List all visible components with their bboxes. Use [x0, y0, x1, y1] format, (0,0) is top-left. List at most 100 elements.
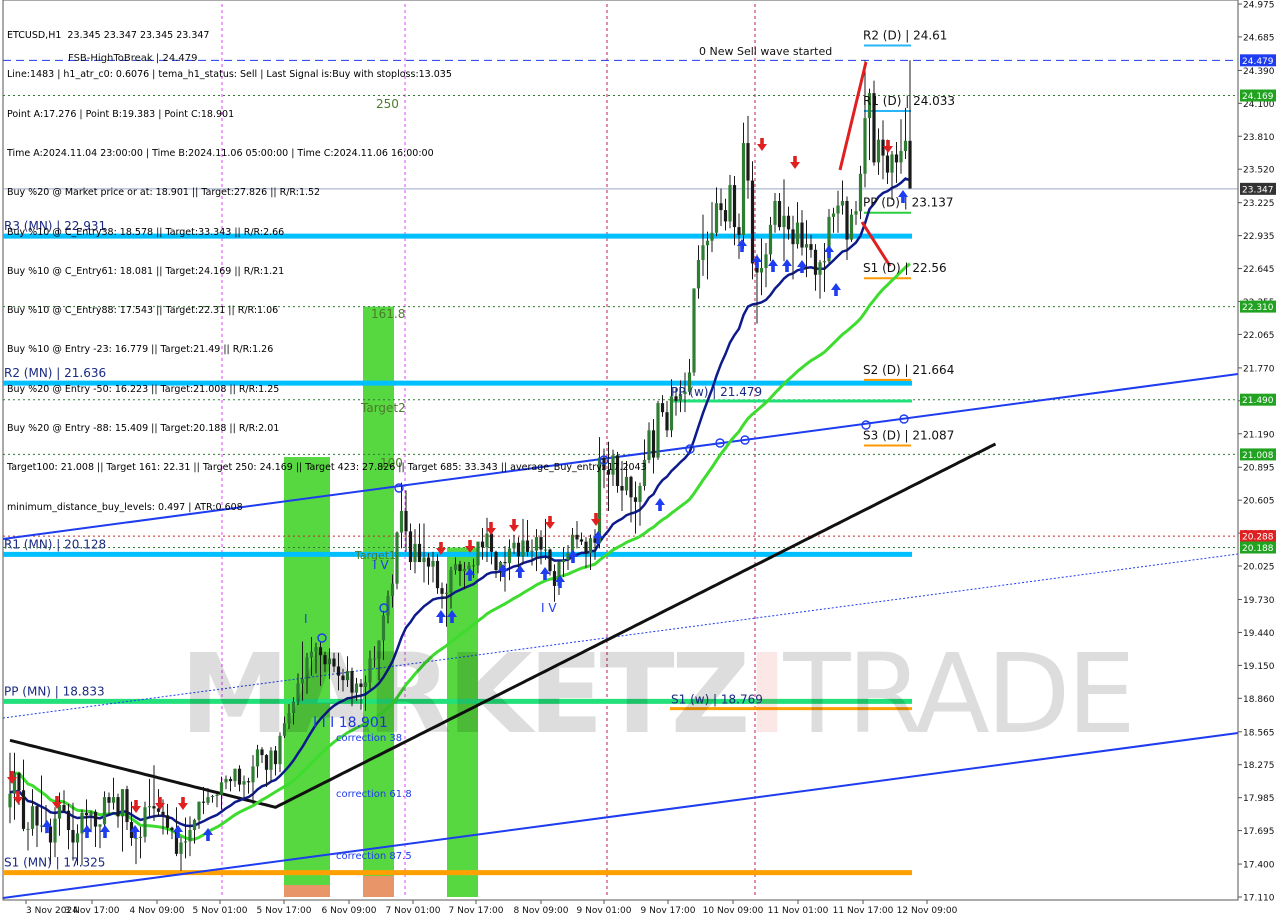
candle-body [813, 249, 818, 275]
candle-body [575, 534, 579, 540]
info-line: Buy %10 @ C_Entry88: 17.543 || Target:22… [7, 305, 279, 317]
x-tick-label: 7 Nov 17:00 [449, 906, 504, 916]
candle-body [62, 805, 66, 811]
candle-body [723, 210, 728, 222]
x-tick-label: 7 Nov 01:00 [386, 906, 441, 916]
candle-body [431, 560, 435, 567]
y-tick-label: 21.190 [1243, 430, 1275, 440]
info-line: Target100: 21.008 || Target 161: 22.31 |… [7, 462, 647, 474]
candle-body [102, 797, 107, 825]
y-tick-label: 23.520 [1243, 166, 1275, 176]
y-tick-label: 22.645 [1243, 265, 1275, 275]
info-line: Line:1483 | h1_atr_c0: 0.6076 | tema_h1_… [7, 69, 452, 81]
candle-body [138, 836, 143, 838]
wave-i-label: I [304, 612, 308, 626]
y-tick-label: 17.110 [1243, 894, 1275, 904]
candle-body [462, 568, 467, 572]
x-tick-label: 5 Nov 17:00 [257, 906, 312, 916]
info-line: Point A:17.276 | Point B:19.383 | Point … [7, 108, 235, 120]
x-axis: 3 Nov 20243 Nov 17:00 4 Nov 09:00 5 Nov 01… [3, 899, 1238, 916]
candle-body [584, 541, 588, 553]
candle-body [777, 200, 782, 228]
info-line: Buy %20 @ Entry -88: 15.409 || Target:20… [7, 423, 280, 434]
candle-body [588, 538, 593, 553]
candle-body [858, 173, 863, 212]
wave-iv-label: I V [373, 558, 389, 572]
candle-body [669, 396, 674, 431]
candle-body [791, 229, 795, 245]
candle-body [485, 533, 489, 548]
candle-body [521, 540, 525, 557]
y-tick-label: 18.275 [1243, 761, 1275, 771]
monthly-pivot-label: S1 (MN) | 17.325 [4, 856, 105, 870]
candle-body [818, 262, 822, 275]
band-base [284, 885, 330, 897]
candle-body [804, 244, 809, 248]
x-tick-label: 11 Nov 17:00 [833, 906, 894, 916]
candle-body [579, 539, 584, 542]
candle-body [111, 797, 116, 803]
price-tag-label: 22.310 [1242, 303, 1274, 313]
candle-body [768, 224, 773, 255]
y-tick-label: 19.440 [1243, 629, 1275, 639]
candle-body [71, 830, 75, 843]
x-tick-label: 6 Nov 09:00 [322, 906, 377, 916]
candle-body [246, 781, 251, 783]
x-tick-label: 9 Nov 01:00 [577, 906, 632, 916]
daily-pivot-label: PP (D) | 23.137 [863, 196, 954, 210]
candle-body [764, 254, 768, 268]
candle-body [908, 140, 912, 189]
x-tick-label: 3 Nov 17:00 [65, 906, 120, 916]
candle-body [228, 778, 233, 782]
candle-body [107, 797, 111, 803]
candle-body [809, 244, 813, 250]
candle-body [53, 818, 57, 843]
y-tick-label: 24.390 [1243, 67, 1275, 77]
candle-body [692, 288, 696, 373]
candle-body [206, 797, 210, 803]
watermark-mid: I [746, 630, 787, 758]
price-tag-label: 20.288 [1242, 533, 1274, 543]
y-tick-label: 23.225 [1243, 199, 1275, 209]
candle-body [660, 403, 665, 413]
candle-body [530, 550, 534, 552]
candle-body [647, 430, 651, 460]
y-tick-label: 19.730 [1243, 596, 1275, 606]
candle-body [30, 806, 35, 829]
candle-body [440, 588, 444, 594]
candle-body [737, 227, 741, 236]
candle-body [161, 811, 165, 816]
y-tick-label: 18.565 [1243, 728, 1275, 738]
candle-body [714, 203, 719, 233]
candle-body [188, 830, 192, 842]
info-panel: ETCUSD,H1 23.345 23.347 23.345 23.347 Li… [7, 3, 647, 527]
candle-body [120, 789, 125, 817]
candle-body [786, 215, 791, 230]
candle-body [840, 200, 845, 206]
y-tick-label: 20.895 [1243, 464, 1275, 474]
candle-body [201, 801, 206, 803]
y-tick-label: 22.935 [1243, 232, 1275, 242]
candle-body [98, 824, 102, 827]
candle-body [665, 412, 669, 431]
candle-body [75, 833, 80, 843]
candle-body [651, 430, 656, 458]
candle-body [143, 807, 147, 837]
candle-body [719, 203, 723, 211]
watermark-right: TRADE [783, 630, 1136, 758]
candle-body [494, 551, 498, 571]
candle-body [417, 543, 422, 563]
candle-body [152, 806, 156, 809]
candle-body [458, 564, 462, 572]
price-tag-label: 20.188 [1242, 544, 1274, 554]
band-base [363, 876, 394, 897]
candle-body [863, 118, 867, 174]
x-tick-label: 9 Nov 17:00 [641, 906, 696, 916]
candle-body [147, 806, 152, 808]
price-tag-label: 23.347 [1242, 185, 1274, 195]
candle-body [570, 534, 575, 553]
y-tick-label: 24.685 [1243, 33, 1275, 43]
candle-body [903, 140, 908, 152]
candle-body [192, 819, 197, 831]
candle-body [701, 245, 705, 261]
